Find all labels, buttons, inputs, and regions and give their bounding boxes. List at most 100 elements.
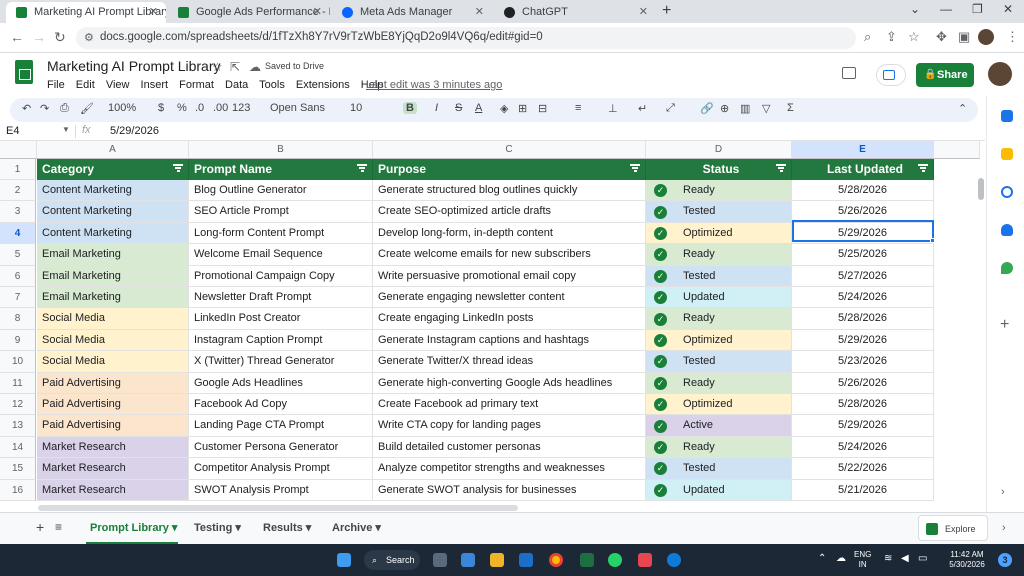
text-color-button[interactable]: A: [475, 102, 482, 114]
row-header[interactable]: 14: [0, 436, 36, 459]
zoom-magnifier-icon[interactable]: ⌕: [864, 29, 871, 45]
formula-input[interactable]: 5/29/2026: [110, 125, 159, 137]
last-edit-link[interactable]: Last edit was 3 minutes ago: [366, 79, 502, 91]
row-header[interactable]: 10: [0, 351, 36, 373]
widgets-icon[interactable]: [461, 553, 475, 567]
zoom-select[interactable]: 100%: [108, 102, 136, 114]
last-updated-cell[interactable]: 5/26/2026: [792, 372, 934, 394]
keep-icon[interactable]: [1001, 148, 1013, 160]
status-cell[interactable]: ✓ Active: [646, 415, 792, 437]
maps-icon[interactable]: [1001, 262, 1013, 274]
status-cell[interactable]: ✓ Optimized: [646, 222, 792, 245]
purpose-cell[interactable]: Write persuasive promotional email copy: [373, 265, 646, 287]
wrap-text-icon[interactable]: ↵: [638, 102, 647, 115]
browser-tab-sheets[interactable]: Marketing AI Prompt Library - G ✕: [6, 2, 166, 23]
share-page-icon[interactable]: ⇪: [886, 29, 897, 45]
align-horizontal-icon[interactable]: ≡: [575, 102, 581, 114]
close-icon[interactable]: ✕: [149, 2, 158, 23]
category-cell[interactable]: Content Marketing: [37, 222, 189, 245]
category-cell[interactable]: Social Media: [37, 329, 189, 352]
row-header[interactable]: 5: [0, 244, 36, 266]
borders-icon[interactable]: ⊞: [518, 102, 527, 115]
purpose-cell[interactable]: Analyze competitor strengths and weaknes…: [373, 458, 646, 480]
paint-format-icon[interactable]: 🖌: [80, 102, 94, 115]
increase-decimal-button[interactable]: .00: [213, 102, 228, 114]
contacts-icon[interactable]: [1001, 224, 1013, 236]
row-header[interactable]: 6: [0, 265, 36, 287]
battery-icon[interactable]: ▭: [918, 554, 927, 564]
prompt-name-cell[interactable]: Competitor Analysis Prompt: [189, 458, 373, 480]
vertical-scrollbar[interactable]: [978, 178, 984, 200]
category-cell[interactable]: Market Research: [37, 436, 189, 459]
percent-format-button[interactable]: %: [177, 102, 187, 114]
row-header[interactable]: 11: [0, 372, 36, 394]
status-cell[interactable]: ✓ Ready: [646, 436, 792, 459]
minimize-icon[interactable]: —: [940, 2, 952, 16]
currency-format-button[interactable]: $: [158, 102, 164, 114]
category-cell[interactable]: Market Research: [37, 458, 189, 480]
select-all-corner[interactable]: [0, 141, 37, 159]
doc-title[interactable]: Marketing AI Prompt Library: [47, 58, 221, 74]
sheet-tab-testing[interactable]: Testing ▾: [194, 521, 241, 534]
purpose-cell[interactable]: Develop long-form, in-depth content: [373, 222, 646, 245]
hidden-icons-chevron-icon[interactable]: ⌃: [818, 554, 826, 564]
header-cell-status[interactable]: Status: [646, 159, 792, 180]
reload-icon[interactable]: ↻: [54, 29, 66, 46]
column-filter-icon[interactable]: [630, 164, 640, 172]
header-cell-purpose[interactable]: Purpose: [373, 159, 646, 180]
last-updated-cell[interactable]: 5/29/2026: [792, 329, 934, 352]
header-cell-prompt-name[interactable]: Prompt Name: [189, 159, 373, 180]
purpose-cell[interactable]: Generate Twitter/X thread ideas: [373, 351, 646, 373]
column-filter-icon[interactable]: [357, 164, 367, 172]
wifi-icon[interactable]: ≋: [884, 554, 892, 564]
bold-button[interactable]: B: [403, 102, 417, 114]
task-view-icon[interactable]: [433, 553, 447, 567]
explore-button[interactable]: Explore: [918, 515, 988, 541]
category-cell[interactable]: Market Research: [37, 479, 189, 501]
file-explorer-icon[interactable]: [490, 553, 504, 567]
insert-comment-icon[interactable]: ⊕: [720, 102, 729, 115]
status-cell[interactable]: ✓ Ready: [646, 180, 792, 202]
menu-format[interactable]: Format: [179, 79, 214, 91]
purpose-cell[interactable]: Create SEO-optimized article drafts: [373, 201, 646, 223]
taskbar-search[interactable]: ⌕ Search: [364, 550, 420, 570]
last-updated-cell[interactable]: 5/28/2026: [792, 308, 934, 330]
back-arrow-icon[interactable]: ←: [10, 29, 24, 45]
status-cell[interactable]: ✓ Tested: [646, 351, 792, 373]
column-header-c[interactable]: C: [373, 141, 646, 159]
chrome-icon[interactable]: [549, 553, 563, 567]
align-vertical-icon[interactable]: ⊥: [608, 102, 618, 115]
column-header-a[interactable]: A: [37, 141, 189, 159]
row-header[interactable]: 13: [0, 415, 36, 437]
row-header[interactable]: 16: [0, 479, 36, 501]
merge-cells-icon[interactable]: ⊟: [538, 102, 547, 115]
undo-icon[interactable]: ↶: [22, 102, 31, 115]
status-cell[interactable]: ✓ Tested: [646, 458, 792, 480]
add-sheet-plus-icon[interactable]: +: [36, 519, 44, 535]
row-header[interactable]: 15: [0, 458, 36, 480]
font-select[interactable]: Open Sans: [270, 102, 325, 114]
prompt-name-cell[interactable]: Facebook Ad Copy: [189, 394, 373, 416]
side-panel-icon[interactable]: ▣: [958, 29, 970, 45]
row-header[interactable]: 7: [0, 287, 36, 309]
purpose-cell[interactable]: Generate engaging newsletter content: [373, 287, 646, 309]
last-updated-cell[interactable]: 5/21/2026: [792, 479, 934, 501]
print-icon[interactable]: ⎙: [60, 102, 69, 115]
functions-sigma-icon[interactable]: Σ: [787, 102, 794, 114]
browser-profile-avatar[interactable]: [978, 29, 994, 45]
category-cell[interactable]: Email Marketing: [37, 244, 189, 266]
prompt-name-cell[interactable]: Landing Page CTA Prompt: [189, 415, 373, 437]
prompt-name-cell[interactable]: Newsletter Draft Prompt: [189, 287, 373, 309]
category-cell[interactable]: Social Media: [37, 308, 189, 330]
status-cell[interactable]: ✓ Ready: [646, 244, 792, 266]
share-button[interactable]: 🔒 Share: [916, 63, 974, 87]
star-icon[interactable]: ☆: [212, 60, 223, 74]
forward-arrow-icon[interactable]: →: [32, 29, 46, 45]
purpose-cell[interactable]: Generate structured blog outlines quickl…: [373, 180, 646, 202]
category-cell[interactable]: Social Media: [37, 351, 189, 373]
column-header-b[interactable]: B: [189, 141, 373, 159]
menu-data[interactable]: Data: [225, 79, 248, 91]
row-header[interactable]: 12: [0, 394, 36, 416]
purpose-cell[interactable]: Create Facebook ad primary text: [373, 394, 646, 416]
menu-file[interactable]: File: [47, 79, 65, 91]
